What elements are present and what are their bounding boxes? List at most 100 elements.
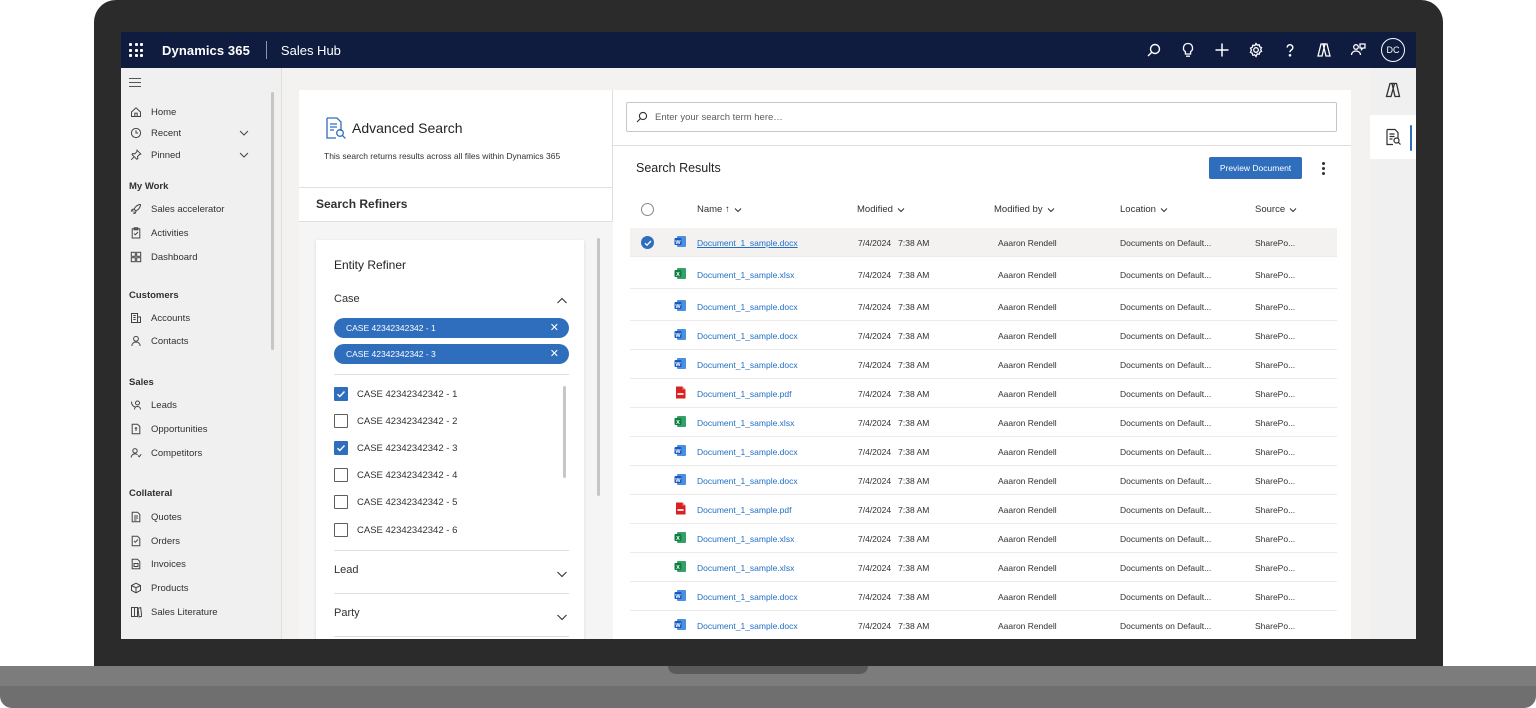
table-row[interactable]: W Document_1_sample.docx 7/4/2024 7:38 AM A… [630, 466, 1337, 495]
case-option-1[interactable]: CASE 42342342342 - 1 [334, 386, 457, 402]
nav-item-dashboard[interactable]: Dashboard [129, 247, 197, 267]
advanced-search-pane-button[interactable] [1370, 115, 1416, 159]
party-refiner-label[interactable]: Party [334, 607, 360, 619]
file-name-link[interactable]: Document_1_sample.docx [697, 621, 798, 631]
nav-item-contacts[interactable]: Contacts [129, 331, 189, 351]
location-cell: Documents on Default... [1120, 389, 1212, 399]
preview-document-button[interactable]: Preview Document [1209, 157, 1302, 179]
table-row[interactable]: W Document_1_sample.docx 7/4/2024 7:38 AM A… [630, 292, 1337, 321]
case-list-scrollbar[interactable] [563, 386, 566, 478]
case-option-6[interactable]: CASE 42342342342 - 6 [334, 522, 457, 538]
settings-gear-icon[interactable] [1239, 32, 1273, 68]
plus-icon[interactable] [1205, 32, 1239, 68]
nav-item-sales-accelerator[interactable]: Sales accelerator [129, 199, 224, 219]
app-launcher-icon[interactable] [129, 43, 143, 57]
search-icon[interactable] [1137, 32, 1171, 68]
refiner-scrollbar[interactable] [597, 238, 600, 496]
home-icon [129, 105, 143, 119]
lead-refiner-label[interactable]: Lead [334, 564, 358, 576]
copilot-pane-button[interactable] [1370, 68, 1416, 112]
nav-item-pinned[interactable]: Pinned [129, 145, 181, 165]
file-name-link[interactable]: Document_1_sample.xlsx [697, 563, 794, 573]
file-name-link[interactable]: Document_1_sample.docx [697, 447, 798, 457]
help-icon[interactable] [1273, 32, 1307, 68]
hamburger-menu-icon[interactable] [129, 78, 141, 90]
hub-name[interactable]: Sales Hub [281, 43, 341, 58]
nav-item-competitors[interactable]: Competitors [129, 443, 202, 463]
file-name-link[interactable]: Document_1_sample.xlsx [697, 270, 794, 280]
nav-item-leads[interactable]: Leads [129, 395, 177, 415]
nav-item-sales-literature[interactable]: Sales Literature [129, 602, 218, 622]
selected-filter-pill[interactable]: CASE 42342342342 - 3 ✕ [334, 344, 569, 364]
checkbox-unchecked[interactable] [334, 523, 348, 537]
file-name-link[interactable]: Document_1_sample.xlsx [697, 534, 794, 544]
column-header-modified-by[interactable]: Modified by [994, 204, 1055, 215]
file-name-link[interactable]: Document_1_sample.docx [697, 592, 798, 602]
case-option-2[interactable]: CASE 42342342342 - 2 [334, 413, 457, 429]
app-name[interactable]: Dynamics 365 [162, 43, 250, 58]
chevron-down-icon[interactable] [556, 611, 568, 623]
checkbox-unchecked[interactable] [334, 495, 348, 509]
file-name-link[interactable]: Document_1_sample.docx [697, 360, 798, 370]
nav-item-recent[interactable]: Recent [129, 123, 181, 143]
table-row[interactable]: Document_1_sample.pdf 7/4/2024 7:38 AM Aaa… [630, 495, 1337, 524]
table-row[interactable]: X Document_1_sample.xlsx 7/4/2024 7:38 AM A… [630, 408, 1337, 437]
table-row[interactable]: W Document_1_sample.docx 7/4/2024 7:38 AM A… [630, 582, 1337, 611]
nav-item-orders[interactable]: Orders [129, 531, 180, 551]
chevron-down-icon[interactable] [239, 150, 249, 160]
file-name-link[interactable]: Document_1_sample.pdf [697, 389, 792, 399]
case-option-4[interactable]: CASE 42342342342 - 4 [334, 467, 457, 483]
chevron-up-icon[interactable] [556, 295, 568, 307]
column-header-name[interactable]: Name ↑ [697, 204, 742, 215]
case-option-5[interactable]: CASE 42342342342 - 5 [334, 494, 457, 510]
nav-item-invoices[interactable]: Invoices [129, 554, 186, 574]
nav-item-home[interactable]: Home [129, 102, 176, 122]
copilot-icon[interactable] [1307, 32, 1341, 68]
case-option-3[interactable]: CASE 42342342342 - 3 [334, 440, 457, 456]
nav-item-products[interactable]: Products [129, 578, 189, 598]
user-avatar[interactable]: DC [1381, 38, 1405, 62]
nav-item-accounts[interactable]: Accounts [129, 308, 190, 328]
pdf-file-icon [674, 502, 687, 515]
file-name-link[interactable]: Document_1_sample.docx [697, 331, 798, 341]
nav-item-quotes[interactable]: Quotes [129, 507, 182, 527]
select-all-radio[interactable] [641, 203, 654, 216]
close-icon[interactable]: ✕ [550, 321, 559, 334]
checkbox-unchecked[interactable] [334, 468, 348, 482]
table-row[interactable]: W Document_1_sample.docx 7/4/2024 7:38 AM A… [630, 611, 1337, 639]
nav-scrollbar[interactable] [271, 92, 274, 350]
file-name-link[interactable]: Document_1_sample.xlsx [697, 418, 794, 428]
file-name-link[interactable]: Document_1_sample.docx [697, 302, 798, 312]
checkbox-unchecked[interactable] [334, 414, 348, 428]
case-group-label[interactable]: Case [334, 293, 360, 305]
search-box[interactable] [626, 102, 1337, 132]
file-name-link[interactable]: Document_1_sample.docx [697, 476, 798, 486]
column-header-location[interactable]: Location [1120, 204, 1168, 215]
table-row[interactable]: X Document_1_sample.xlsx 7/4/2024 7:38 AM A… [630, 260, 1337, 289]
lightbulb-icon[interactable] [1171, 32, 1205, 68]
table-row[interactable]: X Document_1_sample.xlsx 7/4/2024 7:38 AM A… [630, 553, 1337, 582]
table-row[interactable]: W Document_1_sample.docx 7/4/2024 7:38 AM A… [630, 350, 1337, 379]
column-header-source[interactable]: Source [1255, 204, 1297, 215]
table-row[interactable]: W Document_1_sample.docx 7/4/2024 7:38 AM A… [630, 437, 1337, 466]
table-row[interactable]: X Document_1_sample.xlsx 7/4/2024 7:38 AM A… [630, 524, 1337, 553]
more-options-icon[interactable] [1317, 158, 1329, 178]
file-name-link[interactable]: Document_1_sample.pdf [697, 505, 792, 515]
search-input[interactable] [655, 111, 1255, 123]
chevron-down-icon[interactable] [239, 128, 249, 138]
feedback-icon[interactable] [1341, 32, 1375, 68]
chevron-down-icon[interactable] [556, 568, 568, 580]
column-header-modified[interactable]: Modified [857, 204, 905, 215]
table-row[interactable]: Document_1_sample.pdf 7/4/2024 7:38 AM Aaa… [630, 379, 1337, 408]
row-selected-check-icon[interactable] [641, 236, 654, 249]
selected-filter-pill[interactable]: CASE 42342342342 - 1 ✕ [334, 318, 569, 338]
nav-item-opportunities[interactable]: Opportunities [129, 419, 208, 439]
modified-by: Aaaron Rendell [998, 302, 1057, 312]
table-row[interactable]: W Document_1_sample.docx 7/4/2024 7:38 AM A… [630, 321, 1337, 350]
table-row[interactable]: W Document_1_sample.docx 7/4/2024 7:38 AM A… [630, 228, 1337, 257]
nav-item-activities[interactable]: Activities [129, 223, 188, 243]
file-name-link[interactable]: Document_1_sample.docx [697, 238, 798, 248]
close-icon[interactable]: ✕ [550, 347, 559, 360]
checkbox-checked[interactable] [334, 441, 348, 455]
checkbox-checked[interactable] [334, 387, 348, 401]
